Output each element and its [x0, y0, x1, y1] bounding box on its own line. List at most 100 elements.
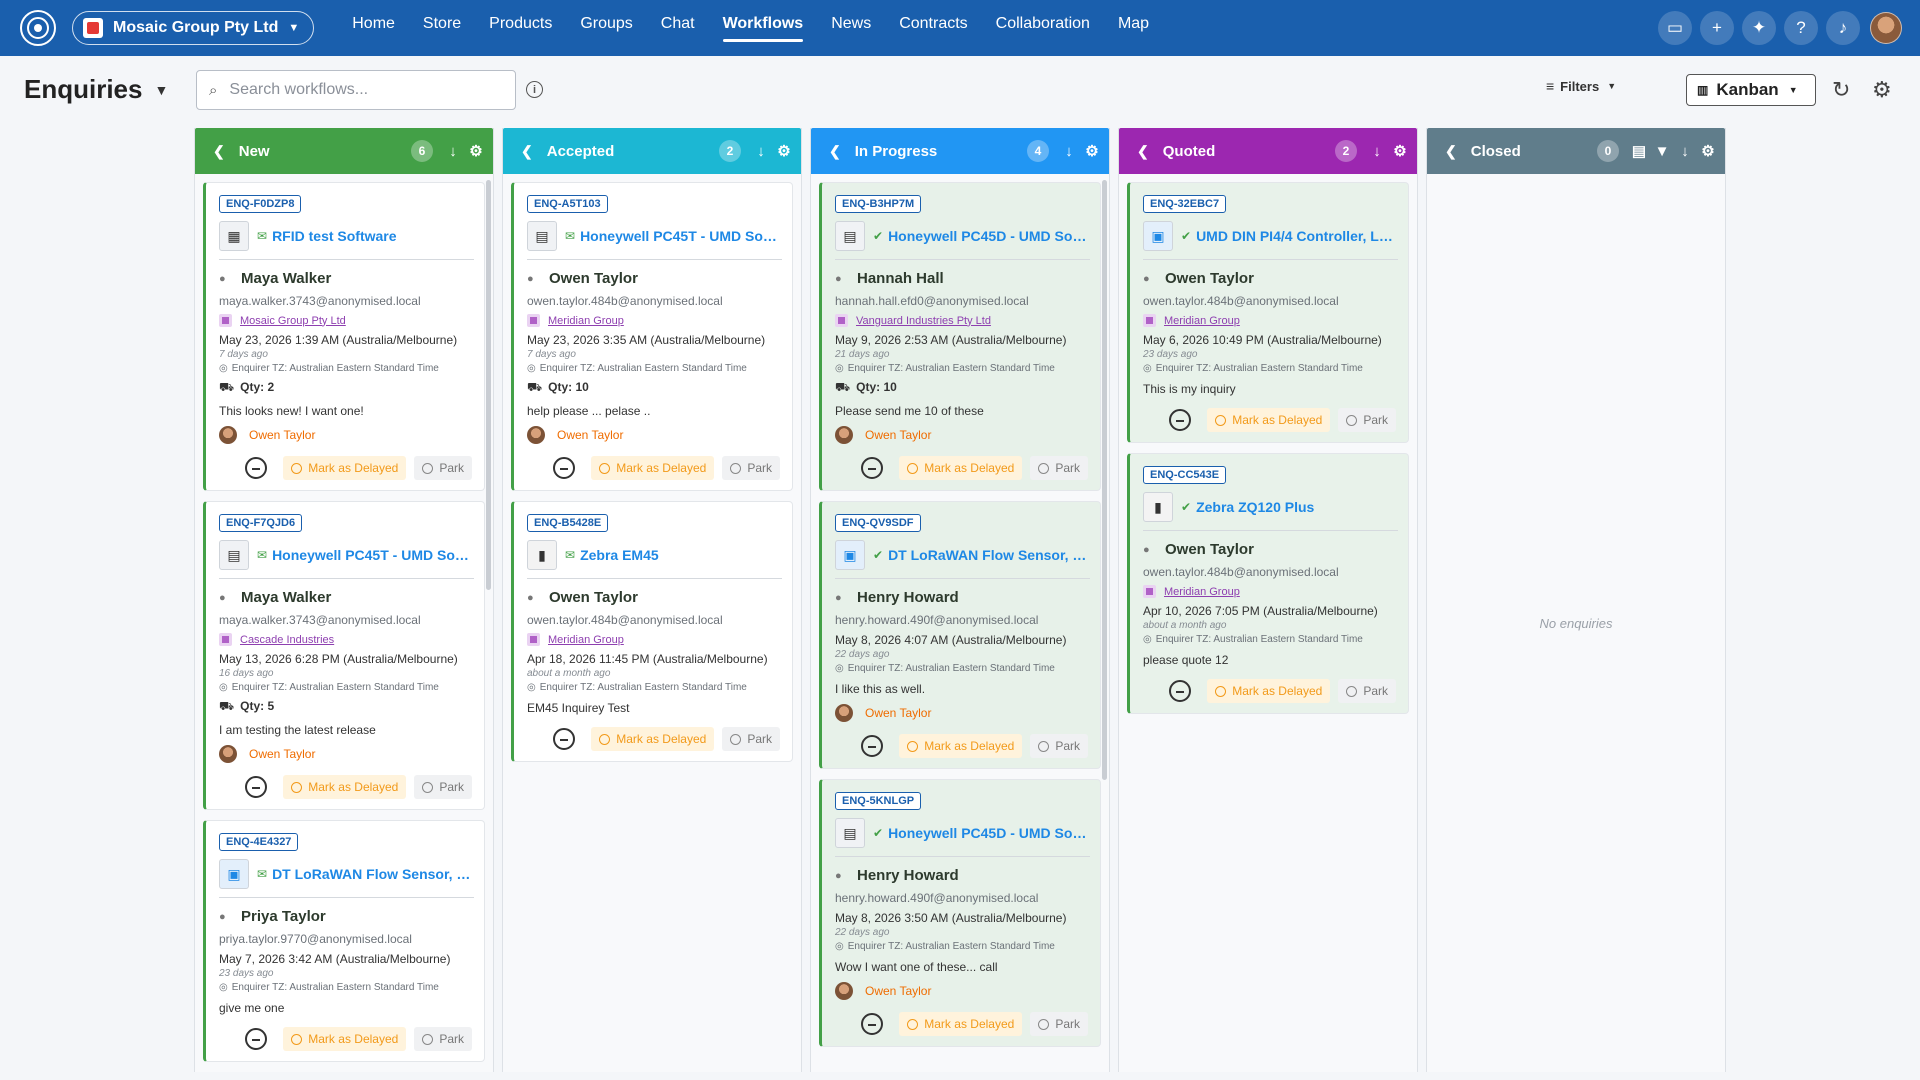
company-link[interactable]: Vanguard Industries Pty Ltd: [856, 315, 991, 327]
agent-headset-icon[interactable]: [861, 1013, 884, 1035]
feedback-icon[interactable]: ▭: [1658, 11, 1692, 45]
column-settings-icon[interactable]: ⚙: [467, 142, 485, 160]
sort-down-icon[interactable]: ↓: [1368, 143, 1386, 160]
column-settings-icon[interactable]: ⚙: [775, 142, 793, 160]
product-row[interactable]: ▤ ✔ Honeywell PC45D - UMD Soluti...: [835, 818, 1088, 848]
bell-icon[interactable]: ♪: [1826, 11, 1860, 45]
agent-headset-icon[interactable]: [861, 457, 884, 479]
view-select[interactable]: ▥ Kanban ▼: [1686, 74, 1816, 106]
park-button[interactable]: Park: [414, 1027, 472, 1051]
product-name[interactable]: Zebra EM45: [580, 547, 659, 563]
info-icon[interactable]: i: [526, 81, 543, 98]
chevron-left-icon[interactable]: ❮: [1445, 143, 1457, 160]
sparkle-icon[interactable]: ✦: [1742, 11, 1776, 45]
park-button[interactable]: Park: [722, 727, 780, 751]
assignee[interactable]: Owen Taylor: [527, 426, 780, 444]
enquiry-card[interactable]: ENQ-32EBC7 ▣ ✔ UMD DIN PI4/4 Controller, Li…: [1127, 182, 1409, 443]
enquiry-id-tag[interactable]: ENQ-4E4327: [219, 833, 299, 851]
filter-icon[interactable]: ▼: [1653, 143, 1671, 160]
park-button[interactable]: Park: [414, 775, 472, 799]
product-name[interactable]: DT LoRaWAN Flow Sensor, G1"/...: [272, 866, 472, 882]
chevron-left-icon[interactable]: ❮: [829, 143, 841, 160]
agent-headset-icon[interactable]: [553, 457, 576, 479]
assignee[interactable]: Owen Taylor: [835, 982, 1088, 1000]
company-link[interactable]: Cascade Industries: [240, 634, 334, 646]
enquiry-card[interactable]: ENQ-CC543E ▮ ✔ Zebra ZQ120 Plus ● Owen Taylor…: [1127, 453, 1409, 714]
nav-map[interactable]: Map: [1104, 0, 1163, 48]
product-name[interactable]: UMD DIN PI4/4 Controller, Lin...: [1196, 228, 1396, 244]
enquiry-card[interactable]: ENQ-F0DZP8 ▦ ✉ RFID test Software ● Maya Walk…: [203, 182, 485, 491]
product-name[interactable]: RFID test Software: [272, 228, 396, 244]
nav-home[interactable]: Home: [338, 0, 409, 48]
mark-delayed-button[interactable]: Mark as Delayed: [899, 734, 1023, 758]
column-settings-icon[interactable]: ⚙: [1391, 142, 1409, 160]
agent-headset-icon[interactable]: [245, 776, 268, 798]
chevron-left-icon[interactable]: ❮: [213, 143, 225, 160]
enquiry-card[interactable]: ENQ-B3HP7M ▤ ✔ Honeywell PC45D - UMD Soluti…: [819, 182, 1101, 491]
park-button[interactable]: Park: [1338, 679, 1396, 703]
mark-delayed-button[interactable]: Mark as Delayed: [1207, 679, 1331, 703]
enquiry-id-tag[interactable]: ENQ-F0DZP8: [219, 195, 302, 213]
chevron-left-icon[interactable]: ❮: [521, 143, 533, 160]
mark-delayed-button[interactable]: Mark as Delayed: [591, 456, 715, 480]
nav-workflows[interactable]: Workflows: [709, 0, 818, 48]
column-settings-icon[interactable]: ⚙: [1083, 142, 1101, 160]
product-row[interactable]: ▣ ✔ DT LoRaWAN Flow Sensor, G1/...: [835, 540, 1088, 570]
assignee[interactable]: Owen Taylor: [835, 426, 1088, 444]
product-row[interactable]: ▣ ✉ DT LoRaWAN Flow Sensor, G1"/...: [219, 859, 472, 889]
nav-chat[interactable]: Chat: [647, 0, 709, 48]
agent-headset-icon[interactable]: [861, 735, 884, 757]
company-link[interactable]: Meridian Group: [548, 315, 624, 327]
mark-delayed-button[interactable]: Mark as Delayed: [899, 456, 1023, 480]
enquiry-id-tag[interactable]: ENQ-B5428E: [527, 514, 609, 532]
product-row[interactable]: ▤ ✔ Honeywell PC45D - UMD Soluti...: [835, 221, 1088, 251]
nav-groups[interactable]: Groups: [566, 0, 646, 48]
park-button[interactable]: Park: [1338, 408, 1396, 432]
enquiry-card[interactable]: ENQ-A5T103 ▤ ✉ Honeywell PC45T - UMD Soluti…: [511, 182, 793, 491]
agent-headset-icon[interactable]: [1169, 409, 1192, 431]
park-button[interactable]: Park: [1030, 1012, 1088, 1036]
park-button[interactable]: Park: [1030, 734, 1088, 758]
nav-news[interactable]: News: [817, 0, 885, 48]
user-avatar[interactable]: [1870, 12, 1902, 44]
sort-down-icon[interactable]: ↓: [1060, 143, 1078, 160]
enquiry-id-tag[interactable]: ENQ-CC543E: [1143, 466, 1227, 484]
sort-down-icon[interactable]: ↓: [1676, 143, 1694, 160]
add-icon[interactable]: +: [1700, 11, 1734, 45]
product-row[interactable]: ▮ ✔ Zebra ZQ120 Plus: [1143, 492, 1396, 522]
refresh-icon[interactable]: ↻: [1832, 77, 1850, 103]
mark-delayed-button[interactable]: Mark as Delayed: [899, 1012, 1023, 1036]
agent-headset-icon[interactable]: [553, 728, 576, 750]
column-settings-icon[interactable]: ⚙: [1699, 142, 1717, 160]
chevron-left-icon[interactable]: ❮: [1137, 143, 1149, 160]
sort-down-icon[interactable]: ↓: [752, 143, 770, 160]
enquiry-id-tag[interactable]: ENQ-F7QJD6: [219, 514, 303, 532]
product-name[interactable]: Honeywell PC45T - UMD Soluti...: [272, 547, 472, 563]
app-logo-icon[interactable]: [20, 10, 56, 46]
sort-down-icon[interactable]: ↓: [444, 143, 462, 160]
enquiry-id-tag[interactable]: ENQ-QV9SDF: [835, 514, 921, 532]
product-row[interactable]: ▤ ✉ Honeywell PC45T - UMD Soluti...: [219, 540, 472, 570]
org-switcher[interactable]: Mosaic Group Pty Ltd ▼: [72, 11, 315, 45]
mark-delayed-button[interactable]: Mark as Delayed: [283, 1027, 407, 1051]
agent-headset-icon[interactable]: [245, 1028, 268, 1050]
product-row[interactable]: ▮ ✉ Zebra EM45: [527, 540, 780, 570]
scrollbar-thumb[interactable]: [486, 180, 491, 590]
enquiry-id-tag[interactable]: ENQ-5KNLGP: [835, 792, 922, 810]
search-input[interactable]: [229, 81, 490, 99]
enquiry-id-tag[interactable]: ENQ-A5T103: [527, 195, 608, 213]
nav-products[interactable]: Products: [475, 0, 566, 48]
enquiry-card[interactable]: ENQ-4E4327 ▣ ✉ DT LoRaWAN Flow Sensor, G1"/…: [203, 820, 485, 1062]
mark-delayed-button[interactable]: Mark as Delayed: [283, 775, 407, 799]
assignee[interactable]: Owen Taylor: [835, 704, 1088, 722]
enquiry-id-tag[interactable]: ENQ-32EBC7: [1143, 195, 1227, 213]
mark-delayed-button[interactable]: Mark as Delayed: [591, 727, 715, 751]
nav-store[interactable]: Store: [409, 0, 475, 48]
scrollbar-thumb[interactable]: [1102, 180, 1107, 780]
page-title[interactable]: Enquiries ▼: [24, 74, 168, 105]
product-name[interactable]: Zebra ZQ120 Plus: [1196, 499, 1314, 515]
park-button[interactable]: Park: [1030, 456, 1088, 480]
product-row[interactable]: ▤ ✉ Honeywell PC45T - UMD Soluti...: [527, 221, 780, 251]
product-row[interactable]: ▦ ✉ RFID test Software: [219, 221, 472, 251]
agent-headset-icon[interactable]: [1169, 680, 1192, 702]
